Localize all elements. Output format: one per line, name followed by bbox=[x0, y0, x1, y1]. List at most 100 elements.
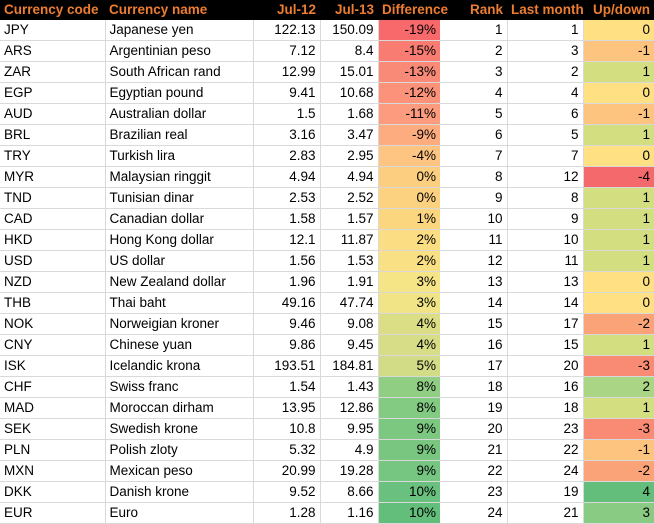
cell-jul13[interactable]: 1.16 bbox=[320, 502, 379, 524]
cell-jul13[interactable]: 19.28 bbox=[320, 460, 379, 482]
cell-jul13[interactable]: 9.95 bbox=[320, 418, 379, 440]
cell-last_month[interactable]: 2 bbox=[507, 61, 584, 83]
cell-jul12[interactable]: 12.1 bbox=[253, 229, 321, 251]
cell-jul13[interactable]: 1.57 bbox=[320, 208, 379, 230]
cell-code[interactable]: CAD bbox=[0, 208, 106, 230]
cell-jul12[interactable]: 1.28 bbox=[253, 502, 321, 524]
cell-name[interactable]: Thai baht bbox=[105, 292, 254, 314]
column-header-difference[interactable]: Difference bbox=[378, 0, 448, 20]
cell-jul13[interactable]: 10.68 bbox=[320, 82, 379, 104]
cell-rank[interactable]: 8 bbox=[440, 166, 508, 188]
column-header-last-month[interactable]: Last month bbox=[507, 0, 584, 20]
cell-code[interactable]: SEK bbox=[0, 418, 106, 440]
cell-updown[interactable]: -2 bbox=[583, 313, 654, 335]
cell-difference[interactable]: 10% bbox=[378, 502, 440, 524]
cell-jul13[interactable]: 4.9 bbox=[320, 439, 379, 461]
cell-code[interactable]: CNY bbox=[0, 334, 106, 356]
cell-jul13[interactable]: 2.95 bbox=[320, 145, 379, 167]
cell-updown[interactable]: -1 bbox=[583, 439, 654, 461]
cell-rank[interactable]: 3 bbox=[440, 61, 508, 83]
cell-jul12[interactable]: 13.95 bbox=[253, 397, 321, 419]
cell-rank[interactable]: 10 bbox=[440, 208, 508, 230]
cell-code[interactable]: NOK bbox=[0, 313, 106, 335]
cell-difference[interactable]: 3% bbox=[378, 271, 440, 293]
column-header-currency-code[interactable]: Currency code bbox=[0, 0, 105, 20]
cell-difference[interactable]: -13% bbox=[378, 61, 440, 83]
cell-last_month[interactable]: 13 bbox=[507, 271, 584, 293]
cell-code[interactable]: ARS bbox=[0, 40, 106, 62]
cell-last_month[interactable]: 8 bbox=[507, 187, 584, 209]
cell-code[interactable]: CHF bbox=[0, 376, 106, 398]
cell-updown[interactable]: 1 bbox=[583, 334, 654, 356]
column-header-currency-name[interactable]: Currency name bbox=[105, 0, 253, 20]
cell-difference[interactable]: 4% bbox=[378, 334, 440, 356]
cell-rank[interactable]: 14 bbox=[440, 292, 508, 314]
cell-name[interactable]: Danish krone bbox=[105, 481, 254, 503]
cell-jul12[interactable]: 122.13 bbox=[253, 20, 321, 41]
cell-name[interactable]: Brazilian real bbox=[105, 124, 254, 146]
cell-name[interactable]: Swedish krone bbox=[105, 418, 254, 440]
cell-code[interactable]: HKD bbox=[0, 229, 106, 251]
cell-last_month[interactable]: 19 bbox=[507, 481, 584, 503]
cell-updown[interactable]: 4 bbox=[583, 481, 654, 503]
cell-jul13[interactable]: 184.81 bbox=[320, 355, 379, 377]
cell-code[interactable]: PLN bbox=[0, 439, 106, 461]
cell-name[interactable]: Mexican peso bbox=[105, 460, 254, 482]
cell-jul12[interactable]: 2.53 bbox=[253, 187, 321, 209]
cell-code[interactable]: MYR bbox=[0, 166, 106, 188]
cell-last_month[interactable]: 3 bbox=[507, 40, 584, 62]
cell-difference[interactable]: -15% bbox=[378, 40, 440, 62]
cell-jul12[interactable]: 2.83 bbox=[253, 145, 321, 167]
cell-jul13[interactable]: 11.87 bbox=[320, 229, 379, 251]
cell-difference[interactable]: 0% bbox=[378, 166, 440, 188]
cell-last_month[interactable]: 11 bbox=[507, 250, 584, 272]
cell-updown[interactable]: 1 bbox=[583, 124, 654, 146]
cell-updown[interactable]: 1 bbox=[583, 229, 654, 251]
cell-last_month[interactable]: 20 bbox=[507, 355, 584, 377]
cell-jul13[interactable]: 8.66 bbox=[320, 481, 379, 503]
cell-updown[interactable]: -3 bbox=[583, 355, 654, 377]
cell-name[interactable]: Norweigian kroner bbox=[105, 313, 254, 335]
cell-difference[interactable]: 3% bbox=[378, 292, 440, 314]
cell-code[interactable]: ISK bbox=[0, 355, 106, 377]
cell-rank[interactable]: 4 bbox=[440, 82, 508, 104]
cell-code[interactable]: USD bbox=[0, 250, 106, 272]
cell-rank[interactable]: 2 bbox=[440, 40, 508, 62]
cell-rank[interactable]: 23 bbox=[440, 481, 508, 503]
cell-difference[interactable]: 2% bbox=[378, 250, 440, 272]
cell-updown[interactable]: 0 bbox=[583, 20, 654, 41]
cell-difference[interactable]: -9% bbox=[378, 124, 440, 146]
cell-difference[interactable]: 9% bbox=[378, 418, 440, 440]
cell-name[interactable]: Egyptian pound bbox=[105, 82, 254, 104]
cell-jul12[interactable]: 9.52 bbox=[253, 481, 321, 503]
cell-rank[interactable]: 5 bbox=[440, 103, 508, 125]
cell-updown[interactable]: 1 bbox=[583, 250, 654, 272]
cell-name[interactable]: Polish zloty bbox=[105, 439, 254, 461]
cell-difference[interactable]: 9% bbox=[378, 439, 440, 461]
column-header-jul12[interactable]: Jul-12 bbox=[253, 0, 320, 20]
cell-rank[interactable]: 12 bbox=[440, 250, 508, 272]
cell-name[interactable]: Euro bbox=[105, 502, 254, 524]
cell-name[interactable]: Japanese yen bbox=[105, 20, 254, 41]
cell-rank[interactable]: 9 bbox=[440, 187, 508, 209]
cell-code[interactable]: ZAR bbox=[0, 61, 106, 83]
cell-updown[interactable]: 2 bbox=[583, 376, 654, 398]
cell-difference[interactable]: 4% bbox=[378, 313, 440, 335]
cell-rank[interactable]: 15 bbox=[440, 313, 508, 335]
cell-jul12[interactable]: 9.86 bbox=[253, 334, 321, 356]
cell-last_month[interactable]: 12 bbox=[507, 166, 584, 188]
cell-jul13[interactable]: 1.91 bbox=[320, 271, 379, 293]
cell-jul13[interactable]: 9.45 bbox=[320, 334, 379, 356]
cell-code[interactable]: BRL bbox=[0, 124, 106, 146]
cell-updown[interactable]: 1 bbox=[583, 61, 654, 83]
cell-code[interactable]: MAD bbox=[0, 397, 106, 419]
cell-difference[interactable]: -12% bbox=[378, 82, 440, 104]
cell-jul12[interactable]: 9.41 bbox=[253, 82, 321, 104]
cell-jul12[interactable]: 7.12 bbox=[253, 40, 321, 62]
cell-name[interactable]: Australian dollar bbox=[105, 103, 254, 125]
cell-difference[interactable]: 2% bbox=[378, 229, 440, 251]
cell-rank[interactable]: 17 bbox=[440, 355, 508, 377]
cell-name[interactable]: Canadian dollar bbox=[105, 208, 254, 230]
cell-code[interactable]: TND bbox=[0, 187, 106, 209]
cell-last_month[interactable]: 6 bbox=[507, 103, 584, 125]
